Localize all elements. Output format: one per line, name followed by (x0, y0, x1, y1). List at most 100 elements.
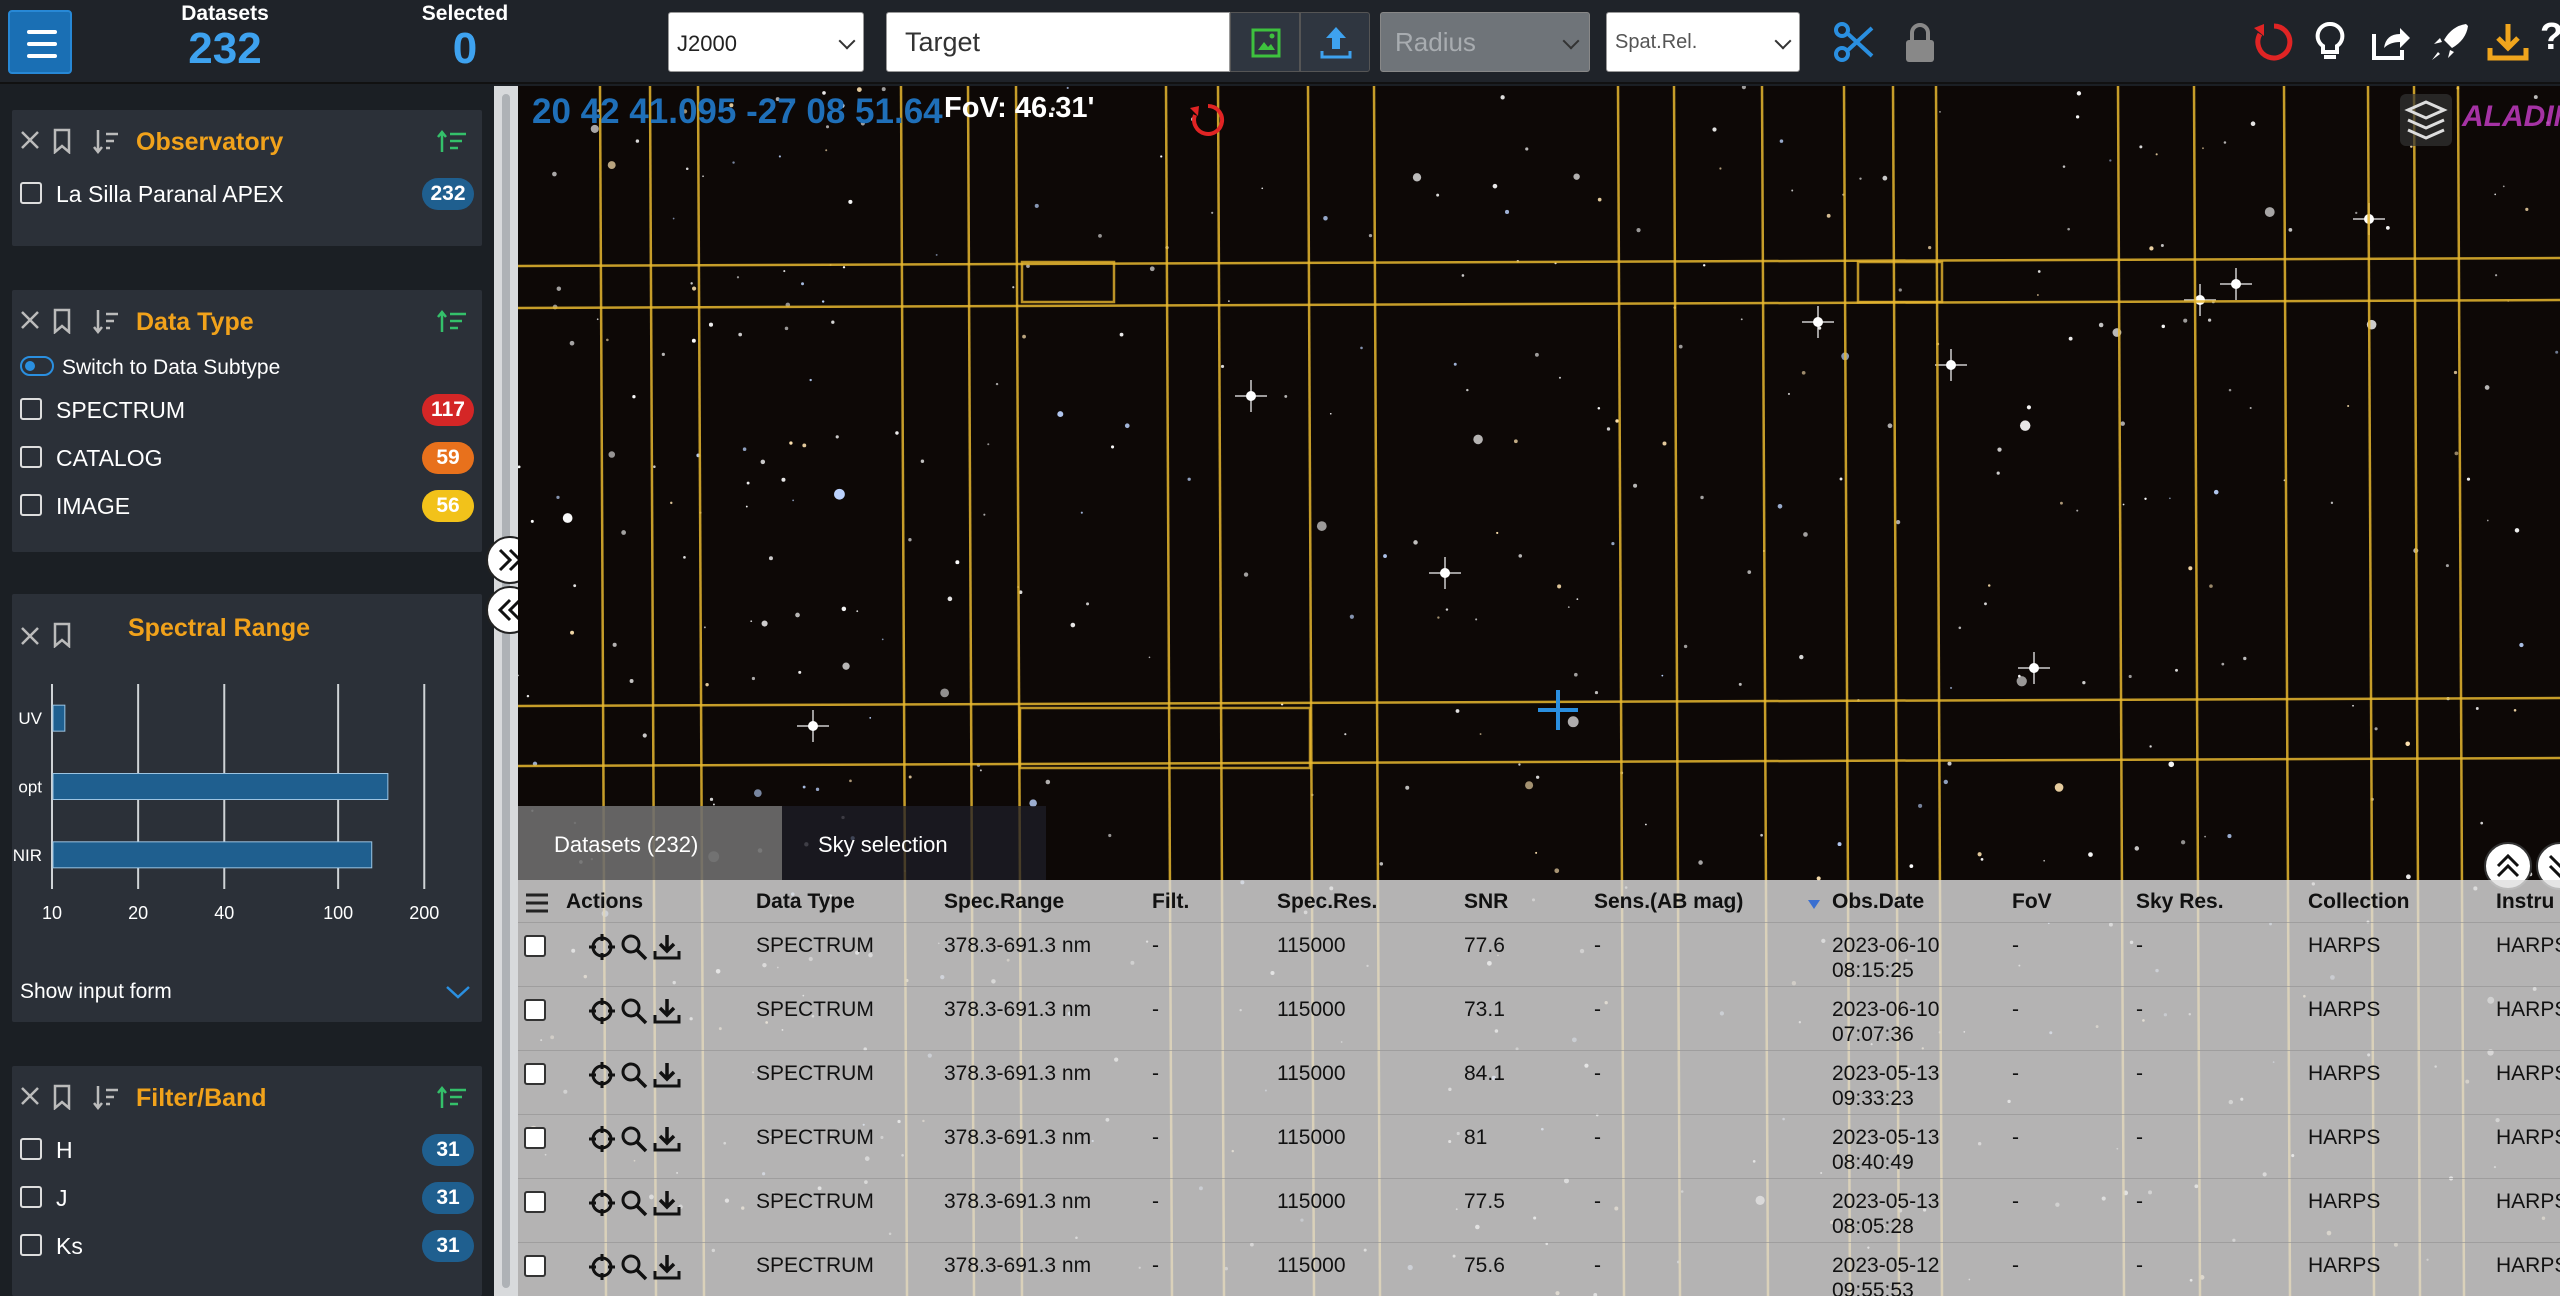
column-header-collection[interactable]: Collection (2308, 880, 2410, 922)
sort-icon[interactable] (92, 1084, 120, 1110)
filter-sort-icon[interactable] (436, 128, 468, 154)
column-header-actions[interactable]: Actions (566, 880, 643, 922)
search-icon[interactable] (620, 933, 648, 961)
target-icon[interactable] (588, 1189, 616, 1217)
search-icon[interactable] (620, 1189, 648, 1217)
scissors-icon[interactable] (1830, 18, 1878, 66)
target-icon[interactable] (588, 997, 616, 1025)
column-header-instrument[interactable]: Instru (2496, 880, 2554, 922)
lock-icon[interactable] (1896, 18, 1944, 66)
sort-icon[interactable] (92, 128, 120, 154)
download-icon[interactable] (652, 933, 682, 961)
bookmark-icon[interactable] (52, 308, 72, 334)
table-row[interactable]: SPECTRUM 378.3-691.3 nm - 115000 77.5 - - - HARP… (518, 1178, 2560, 1242)
target-icon[interactable] (588, 1125, 616, 1153)
close-icon[interactable] (18, 308, 42, 332)
download-icon[interactable] (652, 997, 682, 1025)
table-row[interactable]: SPECTRUM 378.3-691.3 nm - 115000 73.1 - - - HARP… (518, 986, 2560, 1050)
row-checkbox[interactable] (524, 1191, 546, 1213)
table-row[interactable]: SPECTRUM 378.3-691.3 nm - 115000 84.1 - - - HARP… (518, 1050, 2560, 1114)
list-item[interactable]: J 31 (12, 1174, 482, 1222)
list-item[interactable]: SPECTRUM 117 (12, 386, 482, 434)
table-row[interactable]: SPECTRUM 378.3-691.3 nm - 115000 81 - - - HARPS H… (518, 1114, 2560, 1178)
frame-select[interactable]: J2000 (668, 12, 864, 72)
row-checkbox[interactable] (524, 999, 546, 1021)
column-header-snr[interactable]: SNR (1464, 880, 1508, 922)
column-header-data-type[interactable]: Data Type (756, 880, 855, 922)
sort-icon[interactable] (92, 308, 120, 334)
spectral-range-chart[interactable]: 10 20 40 100 200 UV opt NIR (12, 674, 482, 944)
tab-sky-selection[interactable]: Sky selection (782, 806, 1046, 880)
row-checkbox[interactable] (524, 1127, 546, 1149)
target-icon[interactable] (588, 933, 616, 961)
download-icon[interactable] (652, 1253, 682, 1281)
sort-desc-icon[interactable] (1808, 900, 1820, 909)
checkbox[interactable] (20, 182, 42, 204)
radius-select[interactable]: Radius (1380, 12, 1590, 72)
list-item[interactable]: Ks 31 (12, 1222, 482, 1270)
target-icon[interactable] (588, 1253, 616, 1281)
download-icon[interactable] (652, 1125, 682, 1153)
reset-view-icon[interactable] (1186, 98, 1230, 142)
column-header-fov[interactable]: FoV (2012, 880, 2052, 922)
checkbox[interactable] (20, 398, 42, 420)
column-header-spec-range[interactable]: Spec.Range (944, 880, 1064, 922)
checkbox[interactable] (20, 1234, 42, 1256)
tab-datasets[interactable]: Datasets (232) (518, 806, 782, 880)
bar-opt[interactable] (52, 773, 389, 800)
reset-icon[interactable] (2250, 18, 2298, 66)
row-checkbox[interactable] (524, 1063, 546, 1085)
toggle-switch[interactable] (20, 356, 54, 376)
checkbox[interactable] (20, 1186, 42, 1208)
chevron-down-icon[interactable] (444, 982, 472, 1002)
show-input-form-link[interactable]: Show input form (20, 980, 172, 1004)
table-row[interactable]: SPECTRUM 378.3-691.3 nm - 115000 77.6 - - - HARP… (518, 922, 2560, 986)
checkbox[interactable] (20, 446, 42, 468)
bar-NIR[interactable] (52, 841, 373, 869)
rocket-icon[interactable] (2426, 18, 2474, 66)
list-item[interactable]: CATALOG 59 (12, 434, 482, 482)
row-checkbox[interactable] (524, 1255, 546, 1277)
close-icon[interactable] (18, 1084, 42, 1108)
list-item[interactable]: La Silla Paranal APEX 232 (12, 170, 482, 218)
download-icon[interactable] (652, 1189, 682, 1217)
search-icon[interactable] (620, 1125, 648, 1153)
search-icon[interactable] (620, 1061, 648, 1089)
download-icon[interactable] (652, 1061, 682, 1089)
search-icon[interactable] (620, 997, 648, 1025)
table-row[interactable]: SPECTRUM 378.3-691.3 nm - 115000 75.6 - - - HARP… (518, 1242, 2560, 1296)
bar-UV[interactable] (52, 704, 66, 732)
column-header-obs-date[interactable]: Obs.Date (1832, 880, 1924, 922)
panel-splitter[interactable] (494, 86, 518, 1296)
hamburger-menu-button[interactable] (8, 10, 72, 74)
close-icon[interactable] (18, 624, 42, 648)
bookmark-icon[interactable] (52, 1084, 72, 1110)
search-icon[interactable] (620, 1253, 648, 1281)
image-footprint-button[interactable] (1230, 12, 1300, 72)
layers-icon[interactable] (2398, 92, 2454, 148)
filter-sort-icon[interactable] (436, 1084, 468, 1110)
checkbox[interactable] (20, 494, 42, 516)
download-icon[interactable] (2484, 18, 2532, 66)
target-icon[interactable] (588, 1061, 616, 1089)
column-header-sky-res[interactable]: Sky Res. (2136, 880, 2224, 922)
filter-sort-icon[interactable] (436, 308, 468, 334)
lightbulb-icon[interactable] (2306, 18, 2354, 66)
list-item[interactable]: H 31 (12, 1126, 482, 1174)
column-header-spec-res[interactable]: Spec.Res. (1277, 880, 1377, 922)
subtype-switch-row[interactable]: Switch to Data Subtype (12, 350, 482, 386)
list-item[interactable]: IMAGE 56 (12, 482, 482, 530)
column-menu-icon[interactable] (524, 892, 550, 914)
column-header-sensitivity[interactable]: Sens.(AB mag) (1594, 880, 1743, 922)
upload-button[interactable] (1300, 12, 1370, 72)
row-checkbox[interactable] (524, 935, 546, 957)
close-icon[interactable] (18, 128, 42, 152)
target-input[interactable]: Target (886, 12, 1230, 72)
checkbox[interactable] (20, 1138, 42, 1160)
column-header-filter[interactable]: Filt. (1152, 880, 1189, 922)
spatial-relation-select[interactable]: Spat.Rel. (1606, 12, 1800, 72)
bookmark-icon[interactable] (52, 128, 72, 154)
help-icon[interactable]: ? (2540, 16, 2560, 59)
bookmark-icon[interactable] (52, 622, 72, 648)
share-icon[interactable] (2366, 18, 2414, 66)
